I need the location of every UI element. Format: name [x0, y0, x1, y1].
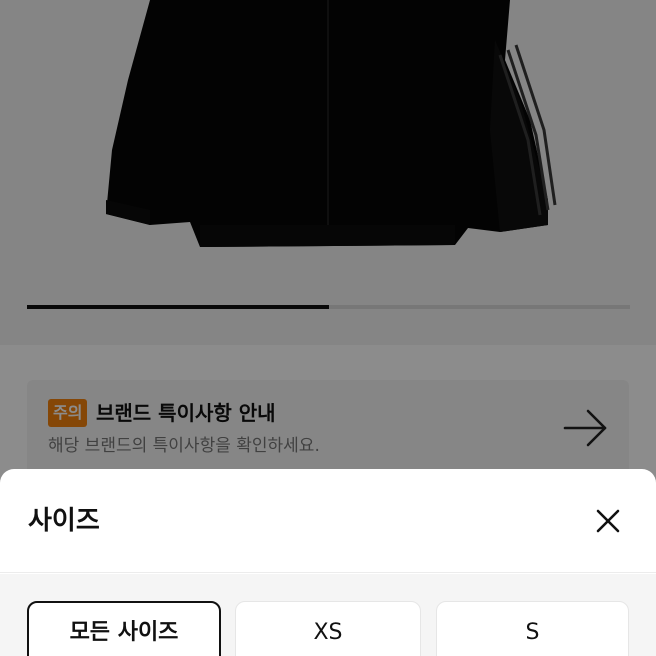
size-options: 모든 사이즈 XS S [0, 574, 656, 656]
size-option-xs[interactable]: XS [235, 601, 421, 656]
size-option-label: S [525, 620, 540, 645]
size-bottom-sheet: 사이즈 모든 사이즈 XS S [0, 469, 656, 656]
size-option-label: 모든 사이즈 [69, 620, 179, 645]
sheet-title: 사이즈 [28, 506, 100, 536]
size-option-s[interactable]: S [436, 601, 629, 656]
size-option-label: XS [313, 620, 343, 645]
sheet-header: 사이즈 [0, 469, 656, 573]
size-option-all[interactable]: 모든 사이즈 [27, 601, 221, 656]
close-icon[interactable] [590, 503, 626, 539]
